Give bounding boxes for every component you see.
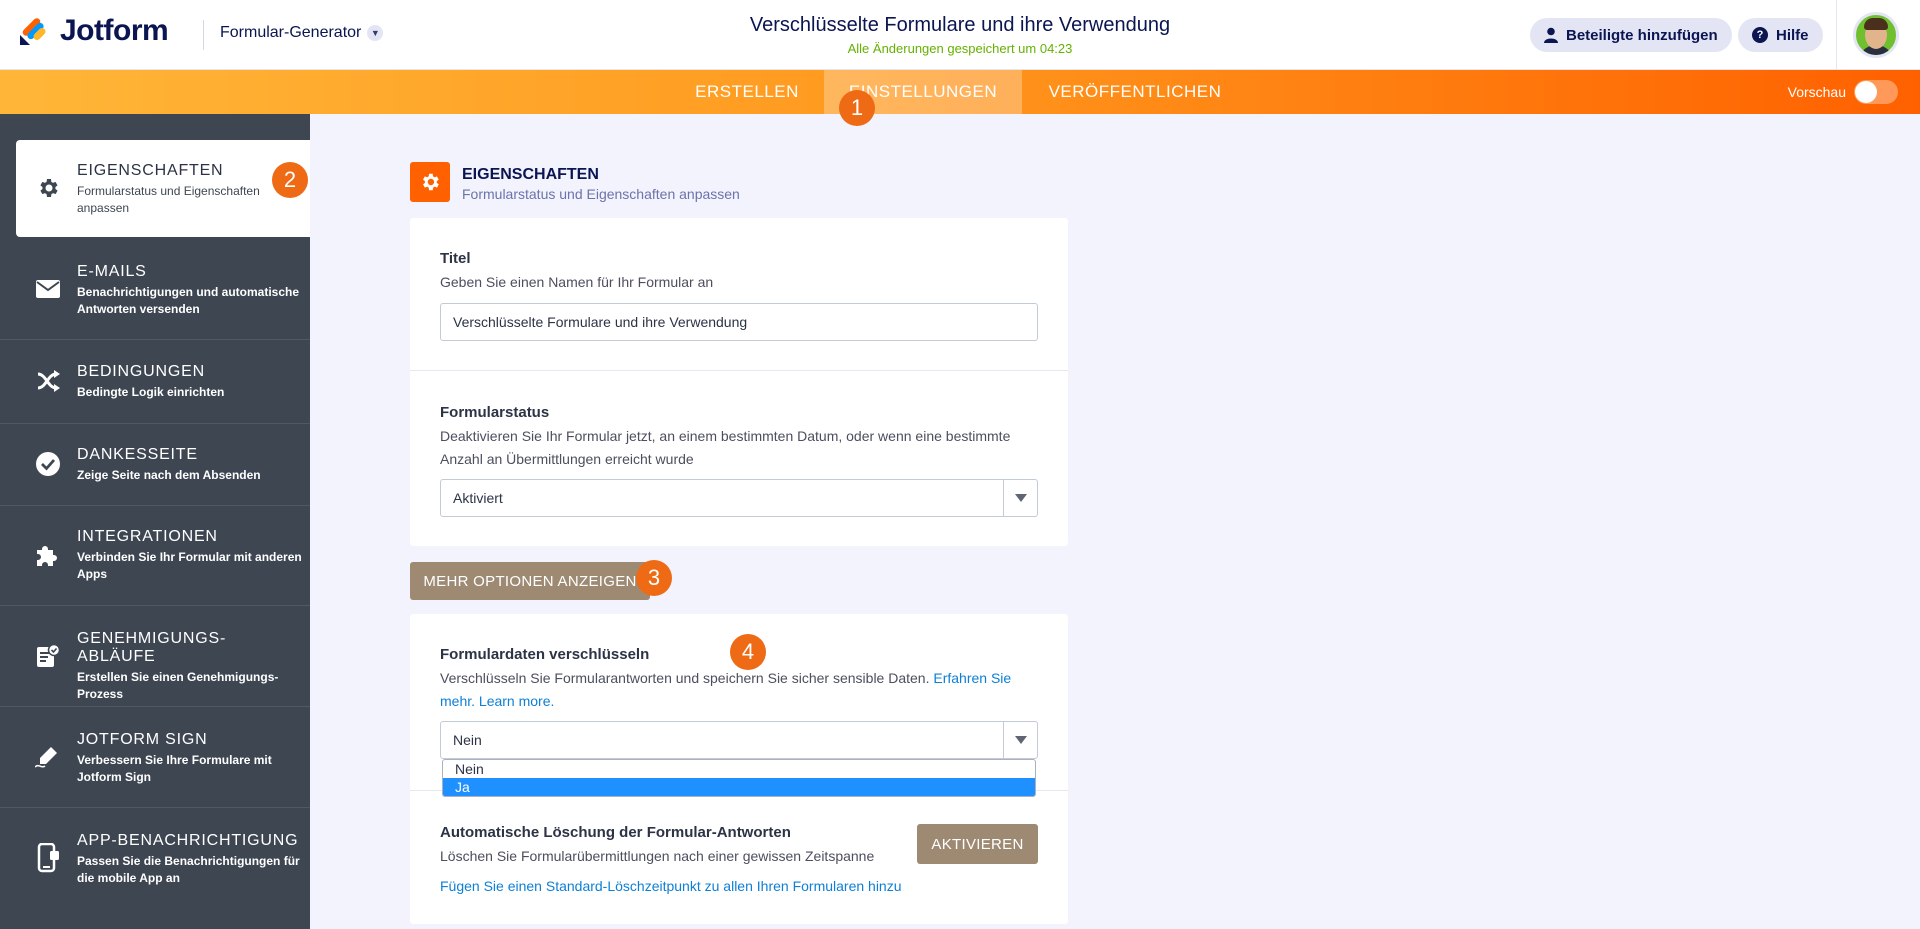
approval-icon [34,642,62,670]
jotform-logo-icon [18,15,50,47]
title-field-description: Geben Sie einen Namen für Ihr Formular a… [440,274,714,290]
section-title: EIGENSCHAFTEN [462,166,599,183]
chevron-down-icon [1003,480,1037,516]
form-title[interactable]: Verschlüsselte Formulare und ihre Verwen… [750,14,1170,37]
properties-card: Titel Geben Sie einen Namen für Ihr Form… [410,218,1068,546]
question-icon: ? [1752,27,1768,43]
gear-icon [34,174,62,202]
avatar-hair [1864,18,1888,30]
status-field: Formularstatus Deaktivieren Sie Ihr Form… [440,404,1038,471]
header-divider [203,20,204,50]
tab-veroeffentlichen[interactable]: VERÖFFENTLICHEN [1030,70,1240,114]
chevron-down-icon [1003,722,1037,758]
sidebar-item-title: DANKESSEITE [77,446,198,463]
main-nav: ERSTELLEN EINSTELLUNGEN VERÖFFENTLICHEN … [0,70,1920,114]
status-field-label: Formularstatus [440,404,550,421]
sidebar-item-text: JOTFORM SIGN Verbessern Sie Ihre Formula… [77,731,304,786]
sidebar-item-title: BEDINGUNGEN [77,363,205,380]
phone-icon [34,843,62,873]
envelope-icon [34,275,62,303]
sidebar-item-integrationen[interactable]: INTEGRATIONEN Verbinden Sie Ihr Formular… [0,506,310,606]
encrypt-description-text: Verschlüsseln Sie Formularantworten und … [440,670,930,686]
sidebar-item-text: EIGENSCHAFTEN Formularstatus und Eigensc… [77,162,304,217]
encrypt-options-list: Nein Ja [442,759,1036,797]
sidebar-item-text: BEDINGUNGEN Bedingte Logik einrichten [77,363,304,401]
toggle-knob [1855,81,1877,103]
sidebar-item-subtitle: Verbessern Sie Ihre Formulare mit Jotfor… [77,753,272,784]
shuffle-icon [34,367,62,395]
auto-delete-label: Automatische Löschung der Formular-Antwo… [440,824,791,841]
step-badge-1: 1 [839,90,875,126]
sidebar-item-dankesseite[interactable]: DANKESSEITE Zeige Seite nach dem Absende… [0,424,310,506]
add-participants-button[interactable]: Beteiligte hinzufügen [1530,18,1732,52]
option-nein[interactable]: Nein [443,760,1035,778]
sidebar-item-subtitle: Passen Sie die Benachrichtigungen für di… [77,854,300,885]
sidebar-item-title: INTEGRATIONEN [77,528,218,545]
sidebar-item-title: E-MAILS [77,263,147,280]
sidebar-item-title: JOTFORM SIGN [77,731,208,748]
sidebar-item-subtitle: Formularstatus und Eigenschaften anpasse… [77,184,260,215]
logo-text: Jotform [60,14,169,47]
header-divider-right [1836,0,1837,70]
auto-delete-description: Löschen Sie Formularübermittlungen nach … [440,848,875,864]
auto-delete-field: Automatische Löschung der Formular-Antwo… [440,824,880,868]
preview-toggle-area: Vorschau [1788,80,1898,104]
builder-label: Formular-Generator [220,24,362,41]
sidebar-item-text: APP-BENACHRICHTIGUNG Passen Sie die Bena… [77,832,304,887]
sidebar-item-title: GENEHMIGUNGS-ABLÄUFE [77,630,227,665]
sidebar-item-emails[interactable]: E-MAILS Benachrichtigungen und automatis… [0,239,310,340]
gear-icon [410,162,450,202]
help-button[interactable]: ? Hilfe [1738,18,1823,52]
learn-more-link-en[interactable]: Learn more. [479,693,554,709]
sidebar-item-text: DANKESSEITE Zeige Seite nach dem Absende… [77,446,304,484]
title-input[interactable]: Verschlüsselte Formulare und ihre Verwen… [440,303,1038,341]
encrypt-select[interactable]: Nein [440,721,1038,759]
sidebar-item-text: GENEHMIGUNGS-ABLÄUFE Erstellen Sie einen… [77,630,304,703]
form-builder-dropdown[interactable]: Formular-Generator ▼ [220,24,384,42]
sidebar-item-jotform-sign[interactable]: JOTFORM SIGN Verbessern Sie Ihre Formula… [0,707,310,808]
preview-toggle[interactable] [1854,80,1898,104]
step-badge-2: 2 [272,162,308,198]
title-field: Titel Geben Sie einen Namen für Ihr Form… [440,250,1038,294]
sidebar-item-app-benachrichtigung[interactable]: APP-BENACHRICHTIGUNG Passen Sie die Bena… [0,808,310,909]
sidebar-item-eigenschaften[interactable]: EIGENSCHAFTEN Formularstatus und Eigensc… [16,140,310,237]
sidebar-item-title: EIGENSCHAFTEN [77,162,224,179]
card-divider [410,370,1068,371]
check-circle-icon [34,450,62,478]
sidebar-item-subtitle: Bedingte Logik einrichten [77,385,225,399]
status-select[interactable]: Aktiviert [440,479,1038,517]
chevron-down-icon: ▼ [367,25,384,41]
preview-label: Vorschau [1787,84,1846,100]
sidebar-item-genehmigungs-ablaeufe[interactable]: GENEHMIGUNGS-ABLÄUFE Erstellen Sie einen… [0,606,310,707]
step-badge-4: 4 [730,634,766,670]
sidebar-item-text: E-MAILS Benachrichtigungen und automatis… [77,263,304,318]
avatar[interactable] [1853,12,1899,58]
sidebar-item-title: APP-BENACHRICHTIGUNG [77,832,299,849]
option-ja[interactable]: Ja [443,778,1035,796]
more-options-button[interactable]: MEHR OPTIONEN ANZEIGEN [410,562,650,600]
user-icon [1544,27,1558,43]
default-deletion-link[interactable]: Fügen Sie einen Standard-Löschzeitpunkt … [440,878,902,894]
jotform-logo[interactable]: Jotform [18,14,169,48]
sidebar-item-bedingungen[interactable]: BEDINGUNGEN Bedingte Logik einrichten [0,341,310,424]
sidebar-item-subtitle: Benachrichtigungen und automatische Antw… [77,285,300,316]
status-select-value: Aktiviert [453,490,503,506]
pen-icon [34,743,62,771]
tab-erstellen[interactable]: ERSTELLEN [678,70,816,114]
sidebar-item-subtitle: Zeige Seite nach dem Absenden [77,468,261,482]
status-field-description: Deaktivieren Sie Ihr Formular jetzt, an … [440,428,1011,467]
sidebar-item-text: INTEGRATIONEN Verbinden Sie Ihr Formular… [77,528,304,583]
help-label: Hilfe [1776,26,1809,44]
section-subtitle: Formularstatus und Eigenschaften anpasse… [462,186,740,202]
sidebar-item-subtitle: Erstellen Sie einen Genehmigungs-Prozess [77,670,279,701]
encrypt-select-value: Nein [453,732,482,748]
add-participants-label: Beteiligte hinzufügen [1566,26,1718,44]
step-badge-3: 3 [636,560,672,596]
title-field-label: Titel [440,250,471,267]
activate-button[interactable]: AKTIVIEREN [917,824,1038,864]
sidebar-item-subtitle: Verbinden Sie Ihr Formular mit anderen A… [77,550,302,581]
encrypt-field-description: Verschlüsseln Sie Formularantworten und … [440,667,1038,713]
top-header: Jotform Formular-Generator ▼ Verschlüsse… [0,0,1920,70]
puzzle-icon [34,542,62,570]
